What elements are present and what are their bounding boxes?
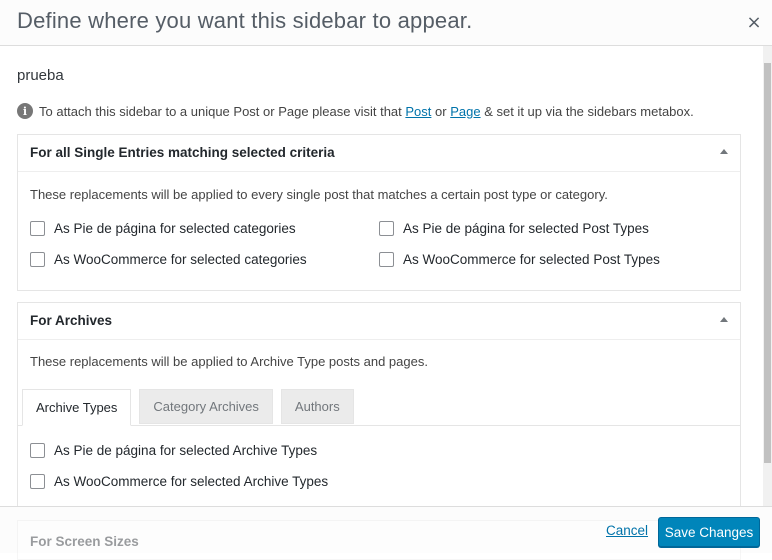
close-icon: × <box>746 12 762 33</box>
option-woo-categories[interactable]: As WooCommerce for selected categories <box>30 252 307 267</box>
option-pie-categories[interactable]: As Pie de página for selected categories <box>30 221 296 236</box>
dialog-title: Define where you want this sidebar to ap… <box>17 8 473 33</box>
dialog-header: Define where you want this sidebar to ap… <box>0 0 772 46</box>
option-pie-archive-types[interactable]: As Pie de página for selected Archive Ty… <box>30 443 317 458</box>
single-entries-description: These replacements will be applied to ev… <box>30 187 608 202</box>
option-woo-archive-types[interactable]: As WooCommerce for selected Archive Type… <box>30 474 328 489</box>
option-label: As WooCommerce for selected Post Types <box>403 252 660 267</box>
tab-authors[interactable]: Authors <box>280 389 354 424</box>
collapse-arrow-icon[interactable] <box>720 149 728 154</box>
info-icon: i <box>17 103 33 119</box>
archives-panel-title: For Archives <box>30 313 113 328</box>
single-entries-panel-header[interactable]: For all Single Entries matching selected… <box>18 135 740 172</box>
collapse-arrow-icon[interactable] <box>720 317 728 322</box>
checkbox[interactable] <box>379 221 394 236</box>
checkbox[interactable] <box>30 252 45 267</box>
option-label: As Pie de página for selected Archive Ty… <box>54 443 318 458</box>
checkbox[interactable] <box>30 221 45 236</box>
info-text-after: & set it up via the sidebars metabox. <box>480 103 694 119</box>
save-changes-button[interactable]: Save Changes <box>658 517 760 547</box>
scrollbar-track[interactable] <box>763 46 772 506</box>
info-text-before: To attach this sidebar to a unique Post … <box>39 103 406 119</box>
checkbox[interactable] <box>379 252 394 267</box>
archives-panel-header[interactable]: For Archives <box>18 303 740 340</box>
archives-description: These replacements will be applied to Ar… <box>30 354 428 369</box>
scrollbar-thumb[interactable] <box>764 63 771 463</box>
option-pie-post-types[interactable]: As Pie de página for selected Post Types <box>379 221 649 236</box>
info-message: i To attach this sidebar to a unique Pos… <box>17 103 694 119</box>
close-button[interactable]: × <box>736 0 772 45</box>
page-link[interactable]: Page <box>450 104 480 119</box>
option-label: As WooCommerce for selected Archive Type… <box>54 474 329 489</box>
tab-category-archives[interactable]: Category Archives <box>139 389 273 424</box>
option-label: As Pie de página for selected categories <box>54 221 296 236</box>
post-link[interactable]: Post <box>405 104 431 119</box>
option-label: As Pie de página for selected Post Types <box>403 221 649 236</box>
single-entries-panel: For all Single Entries matching selected… <box>17 134 741 291</box>
info-text-or: or <box>431 103 451 119</box>
single-entries-panel-title: For all Single Entries matching selected… <box>30 145 335 160</box>
screen-sizes-panel-title: For Screen Sizes <box>30 534 139 549</box>
sidebar-name: prueba <box>17 67 64 84</box>
checkbox[interactable] <box>30 474 45 489</box>
option-woo-post-types[interactable]: As WooCommerce for selected Post Types <box>379 252 660 267</box>
checkbox[interactable] <box>30 443 45 458</box>
option-label: As WooCommerce for selected categories <box>54 252 307 267</box>
archive-tabs: Archive Types Category Archives Authors <box>22 389 362 426</box>
tab-archive-types[interactable]: Archive Types <box>22 389 132 426</box>
cancel-button[interactable]: Cancel <box>606 523 648 538</box>
